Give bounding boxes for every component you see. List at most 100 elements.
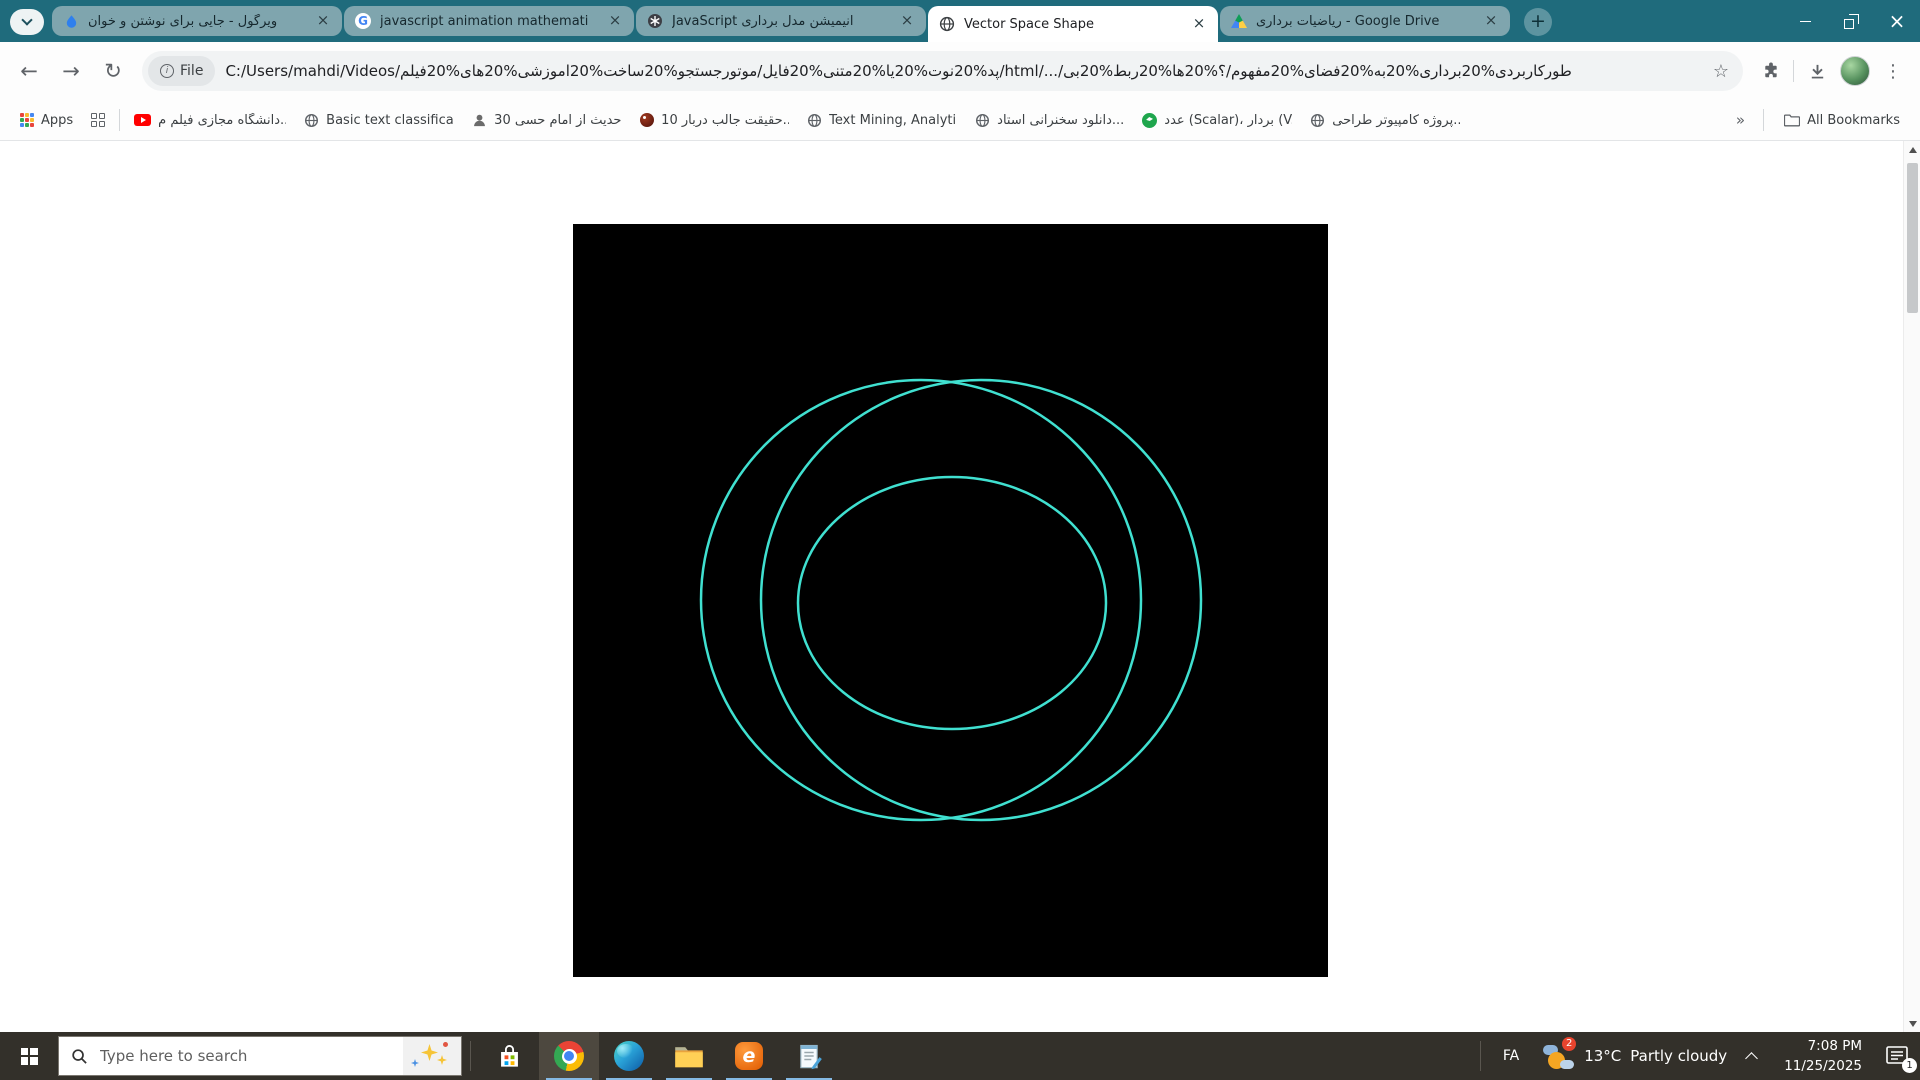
taskbar-app-store[interactable] xyxy=(479,1032,539,1080)
temperature-label: 13°C xyxy=(1584,1047,1621,1065)
close-window-button[interactable]: × xyxy=(1874,0,1920,42)
vertical-scrollbar[interactable] xyxy=(1903,141,1920,1032)
bookmark-label: دانلود سخنرانی استاد... xyxy=(997,113,1124,128)
bookmarks-right-group: » All Bookmarks xyxy=(1730,106,1908,134)
download-icon xyxy=(1808,62,1827,81)
taskbar: e FA 2 13°C Partly cloudy 7:08 PM 11/25/… xyxy=(0,1032,1920,1080)
tab-title: ویرگول - جایی برای نوشتن و خوان xyxy=(88,14,306,29)
window-controls: × xyxy=(1782,0,1920,42)
extensions-button[interactable] xyxy=(1751,52,1789,90)
taskbar-app-file-explorer[interactable] xyxy=(659,1032,719,1080)
bookmark-item[interactable]: Text Mining, Analyti... xyxy=(799,106,965,134)
bookmarks-divider xyxy=(119,109,120,131)
tiles-bookmark[interactable] xyxy=(83,106,113,134)
tab-title: JavaScript انیمیشن مدل برداری xyxy=(672,14,890,29)
tab-vector-space-shape[interactable]: Vector Space Shape × xyxy=(928,6,1218,42)
weather-widget[interactable]: 2 13°C Partly cloudy xyxy=(1533,1041,1737,1071)
windows-logo-icon xyxy=(21,1048,38,1065)
profile-avatar[interactable] xyxy=(1836,52,1874,90)
address-bar[interactable]: i File C:/Users/mahdi/Videos/پد%20نوت%20… xyxy=(142,51,1743,91)
tab-close-icon[interactable]: × xyxy=(314,12,332,30)
taskbar-divider xyxy=(470,1041,471,1071)
scrollbar-thumb[interactable] xyxy=(1907,163,1918,313)
page-content xyxy=(0,141,1920,1032)
apps-shortcut[interactable]: Apps xyxy=(12,106,81,134)
all-bookmarks-label: All Bookmarks xyxy=(1807,113,1900,128)
bookmark-label: عدد (Scalar)، بردار (V... xyxy=(1164,113,1292,128)
person-icon xyxy=(472,113,487,128)
apps-grid-icon xyxy=(20,113,34,127)
taskbar-app-e-browser[interactable]: e xyxy=(719,1032,779,1080)
restore-button[interactable] xyxy=(1828,0,1874,42)
action-center-button[interactable]: 1 xyxy=(1874,1032,1920,1080)
tab-strip: ویرگول - جایی برای نوشتن و خوان × G java… xyxy=(0,0,1920,42)
toolbar-divider xyxy=(1793,60,1794,82)
url-text[interactable]: C:/Users/mahdi/Videos/پد%20نوت%20یا%20مت… xyxy=(225,62,1702,80)
microsoft-store-icon xyxy=(496,1043,523,1070)
e-app-icon: e xyxy=(735,1042,763,1070)
shape-svg xyxy=(573,224,1328,977)
restore-icon xyxy=(1844,14,1859,29)
globe-icon xyxy=(1310,113,1325,128)
search-icon xyxy=(71,1048,88,1065)
grid-squares-icon xyxy=(91,113,105,127)
scroll-down-button[interactable] xyxy=(1904,1015,1920,1032)
virgool-icon xyxy=(62,12,80,30)
start-button[interactable] xyxy=(0,1032,58,1080)
tab-close-icon[interactable]: × xyxy=(1482,12,1500,30)
back-button[interactable]: ← xyxy=(8,50,50,92)
tab-virgool[interactable]: ویرگول - جایی برای نوشتن و خوان × xyxy=(52,6,342,36)
taskbar-app-edge[interactable] xyxy=(599,1032,659,1080)
system-tray: FA 2 13°C Partly cloudy 7:08 PM 11/25/20… xyxy=(1472,1032,1920,1080)
tab-close-icon[interactable]: × xyxy=(898,12,916,30)
tab-search-button[interactable] xyxy=(10,9,44,35)
taskbar-clock[interactable]: 7:08 PM 11/25/2025 xyxy=(1772,1036,1874,1077)
browser-menu-button[interactable]: ⋮ xyxy=(1874,52,1912,90)
taskbar-app-chrome[interactable] xyxy=(539,1032,599,1080)
forward-button[interactable]: → xyxy=(50,50,92,92)
sparkle-icon xyxy=(437,1055,447,1065)
clock-date: 11/25/2025 xyxy=(1784,1056,1862,1076)
bookmark-item[interactable]: دانشگاه مجازی فیلم م... xyxy=(126,106,294,134)
toolbar: ← → ↻ i File C:/Users/mahdi/Videos/پد%20… xyxy=(0,42,1920,100)
tab-google-drive[interactable]: ریاضیات برداری - Google Drive × xyxy=(1220,6,1510,36)
minimize-icon xyxy=(1800,21,1811,22)
tray-divider xyxy=(1480,1041,1481,1071)
scroll-up-button[interactable] xyxy=(1904,141,1920,158)
site-info-chip[interactable]: i File xyxy=(148,56,215,86)
graduation-cap-icon xyxy=(1142,113,1157,128)
minimize-button[interactable] xyxy=(1782,0,1828,42)
hidden-icons-chevron[interactable] xyxy=(1745,1052,1758,1065)
tab-chatgpt[interactable]: JavaScript انیمیشن مدل برداری × xyxy=(636,6,926,36)
bookmarks-overflow-button[interactable]: » xyxy=(1730,111,1751,129)
bookmark-item[interactable]: پروژه کامپیوتر طراحی... xyxy=(1302,106,1468,134)
bookmark-item[interactable]: دانلود سخنرانی استاد... xyxy=(967,106,1132,134)
globe-icon xyxy=(975,113,990,128)
search-input[interactable] xyxy=(98,1046,393,1066)
google-drive-icon xyxy=(1230,12,1248,30)
weather-condition-label: Partly cloudy xyxy=(1630,1047,1727,1065)
bookmark-label: پروژه کامپیوتر طراحی... xyxy=(1332,113,1460,128)
tab-close-icon[interactable]: × xyxy=(606,12,624,30)
reload-button[interactable]: ↻ xyxy=(92,50,134,92)
downloads-button[interactable] xyxy=(1798,52,1836,90)
apps-label: Apps xyxy=(41,113,73,128)
language-indicator[interactable]: FA xyxy=(1489,1048,1533,1064)
info-icon: i xyxy=(160,64,174,78)
bookmark-item[interactable]: Basic text classificati... xyxy=(296,106,462,134)
tab-google-search[interactable]: G javascript animation mathemati × xyxy=(344,6,634,36)
avatar xyxy=(1840,56,1870,86)
bookmark-star-icon[interactable]: ☆ xyxy=(1713,61,1729,82)
taskbar-search-box[interactable] xyxy=(58,1036,462,1076)
tab-title: ریاضیات برداری - Google Drive xyxy=(1256,14,1474,29)
new-tab-button[interactable]: + xyxy=(1524,8,1552,36)
bookmark-item[interactable]: 30 حدیث از امام حسی... xyxy=(464,106,630,134)
bookmark-label: Text Mining, Analyti... xyxy=(829,113,957,128)
tab-close-icon[interactable]: × xyxy=(1190,15,1208,33)
bookmark-item[interactable]: 10 حقیقت جالب دربار... xyxy=(632,106,797,134)
bookmark-item[interactable]: عدد (Scalar)، بردار (V... xyxy=(1134,106,1300,134)
taskbar-app-notepad[interactable] xyxy=(779,1032,839,1080)
all-bookmarks-button[interactable]: All Bookmarks xyxy=(1776,106,1908,134)
search-highlights-button[interactable] xyxy=(403,1037,461,1075)
tab-title: Vector Space Shape xyxy=(964,17,1182,32)
